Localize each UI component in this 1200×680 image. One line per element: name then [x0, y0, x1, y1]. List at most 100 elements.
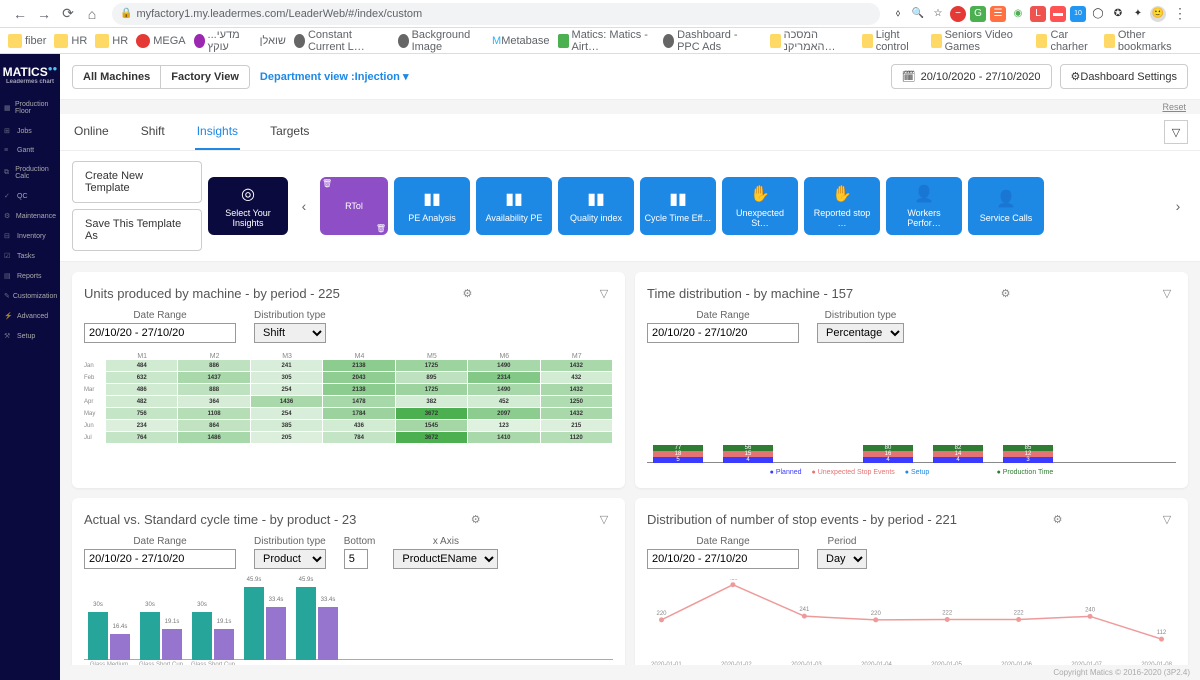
menu-icon[interactable]: ⋮	[1172, 6, 1188, 22]
save-template-button[interactable]: Save This Template As	[72, 209, 202, 251]
rtol-tile[interactable]: 🗑RTol🗑	[320, 177, 388, 235]
bottom-input[interactable]	[344, 549, 368, 569]
create-template-button[interactable]: Create New Template	[72, 161, 202, 203]
bookmark[interactable]: Constant Current L…	[294, 29, 390, 53]
tab-shift[interactable]: Shift	[139, 114, 167, 150]
filter-icon[interactable]: ▽	[1158, 510, 1176, 528]
scroll-left-icon[interactable]: ‹	[294, 177, 314, 235]
sidebar-item-tasks[interactable]: ☑Tasks	[0, 246, 60, 266]
bookmark[interactable]: Background Image	[398, 29, 484, 53]
dist-select[interactable]: Product	[254, 549, 326, 569]
sidebar: MATICS●●Leadermes chart ▦Production Floo…	[0, 54, 60, 680]
ext-icon[interactable]: 10	[1070, 6, 1086, 22]
gear-icon[interactable]: ⚙	[458, 284, 476, 302]
date-range[interactable]: 🗓20/10/2020 - 27/10/2020	[891, 64, 1052, 89]
sidebar-item-gantt[interactable]: ≡Gantt	[0, 141, 60, 160]
pill-factory-view[interactable]: Factory View	[161, 66, 249, 88]
back-icon[interactable]: ←	[12, 6, 28, 22]
ext-icon[interactable]: ◯	[1090, 6, 1106, 22]
ext-icon[interactable]: G	[970, 6, 986, 22]
card-title: Time distribution - by machine - 157	[647, 286, 853, 301]
sidebar-item-prod-calc[interactable]: ⧉Production Calc	[0, 160, 60, 186]
availability-tile[interactable]: ▮▮Availability PE	[476, 177, 552, 235]
profile-avatar[interactable]: 🙂	[1150, 6, 1166, 22]
ext-icon[interactable]: ▬	[1050, 6, 1066, 22]
bookmark[interactable]: HR	[54, 34, 87, 48]
date-input[interactable]	[84, 549, 236, 569]
sidebar-item-jobs[interactable]: ⊞Jobs	[0, 121, 60, 141]
url-bar[interactable]: 🔒myfactory1.my.leadermes.com/LeaderWeb/#…	[112, 3, 880, 25]
ext-icon[interactable]: L	[1030, 6, 1046, 22]
dept-view-dropdown[interactable]: Department view :Injection ▾	[250, 65, 419, 88]
select-insights-tile[interactable]: ◎Select Your Insights	[208, 177, 288, 235]
filter-icon[interactable]: ▽	[595, 510, 613, 528]
home-icon[interactable]: ⌂	[84, 6, 100, 22]
label: Date Range	[84, 310, 236, 321]
card-title: Units produced by machine - by period - …	[84, 286, 340, 301]
bookmark[interactable]: HR	[95, 34, 128, 48]
gear-icon[interactable]: ⚙	[467, 510, 485, 528]
bookmark[interactable]: fiber	[8, 34, 46, 48]
bookmark[interactable]: Car charher	[1036, 29, 1095, 53]
card-title: Actual vs. Standard cycle time - by prod…	[84, 512, 356, 527]
pe-analysis-tile[interactable]: ▮▮PE Analysis	[394, 177, 470, 235]
bookmark[interactable]: Seniors Video Games	[931, 29, 1029, 53]
ext-icon[interactable]: ◉	[1010, 6, 1026, 22]
tab-insights[interactable]: Insights	[195, 114, 240, 150]
sidebar-item-qc[interactable]: ✓QC	[0, 186, 60, 206]
ext-icon[interactable]: ⬨	[890, 6, 906, 22]
gear-icon[interactable]: ⚙	[1049, 510, 1067, 528]
cycle-time-tile[interactable]: ▮▮Cycle Time Eff…	[640, 177, 716, 235]
person-icon: 👤	[996, 189, 1016, 209]
filter-icon[interactable]: ▽	[1158, 284, 1176, 302]
ext-icon[interactable]: ☰	[990, 6, 1006, 22]
ext-icon[interactable]: 🔍	[910, 6, 926, 22]
bookmark[interactable]: המסכה האמריקנ…	[770, 29, 854, 53]
bookmark[interactable]: שואלן	[260, 35, 286, 47]
tab-online[interactable]: Online	[72, 114, 111, 150]
sidebar-item-advanced[interactable]: ⚡Advanced	[0, 306, 60, 326]
card-time-distribution: Time distribution - by machine - 157⚙▽ D…	[635, 272, 1188, 488]
pill-all-machines[interactable]: All Machines	[73, 66, 161, 88]
dashboard-settings[interactable]: ⚙Dashboard Settings	[1060, 64, 1189, 89]
chart-icon: ▮▮	[505, 189, 523, 209]
xaxis-select[interactable]: ProductEName	[393, 549, 498, 569]
bookmark[interactable]: Dashboard - PPC Ads	[663, 29, 762, 53]
workers-tile[interactable]: 👤Workers Perfor…	[886, 177, 962, 235]
date-input[interactable]	[84, 323, 236, 343]
period-select[interactable]: Day	[817, 549, 867, 569]
bookmark[interactable]: MEGA	[136, 34, 185, 48]
sidebar-item-setup[interactable]: ⚒Setup	[0, 326, 60, 346]
label: x Axis	[393, 536, 498, 547]
sidebar-item-customization[interactable]: ✎Customization	[0, 286, 60, 306]
filter-icon[interactable]: ▽	[595, 284, 613, 302]
service-calls-tile[interactable]: 👤Service Calls	[968, 177, 1044, 235]
bookmark[interactable]: Matics: Matics - Airt…	[558, 29, 656, 53]
date-input[interactable]	[647, 549, 799, 569]
quality-tile[interactable]: ▮▮Quality index	[558, 177, 634, 235]
extensions-icon[interactable]: ✦	[1130, 6, 1146, 22]
date-input[interactable]	[647, 323, 799, 343]
sidebar-item-maintenance[interactable]: ⚙Maintenance	[0, 206, 60, 226]
sidebar-item-reports[interactable]: ▤Reports	[0, 266, 60, 286]
gear-icon[interactable]: ⚙	[997, 284, 1015, 302]
sidebar-item-production-floor[interactable]: ▦Production Floor	[0, 95, 60, 121]
bookmark[interactable]: ...מדעי עוקץ	[194, 29, 252, 53]
bookmark[interactable]: Light control	[862, 29, 923, 53]
ext-icon[interactable]: −	[950, 6, 966, 22]
sidebar-item-inventory[interactable]: ⊟Inventory	[0, 226, 60, 246]
ext-icon[interactable]: ☆	[930, 6, 946, 22]
dist-select[interactable]: Percentage	[817, 323, 904, 343]
reload-icon[interactable]: ⟳	[60, 6, 76, 22]
dist-select[interactable]: Shift	[254, 323, 326, 343]
reset-link[interactable]: Reset	[1162, 102, 1186, 112]
bookmark[interactable]: M Metabase	[492, 35, 549, 47]
reported-stop-tile[interactable]: ✋Reported stop …	[804, 177, 880, 235]
forward-icon[interactable]: →	[36, 6, 52, 22]
tab-targets[interactable]: Targets	[268, 114, 311, 150]
ext-icon[interactable]: ✪	[1110, 6, 1126, 22]
other-bookmarks[interactable]: Other bookmarks	[1104, 29, 1184, 53]
unexpected-tile[interactable]: ✋Unexpected St…	[722, 177, 798, 235]
scroll-right-icon[interactable]: ›	[1168, 177, 1188, 235]
filter-icon[interactable]: ▽	[1164, 120, 1188, 144]
